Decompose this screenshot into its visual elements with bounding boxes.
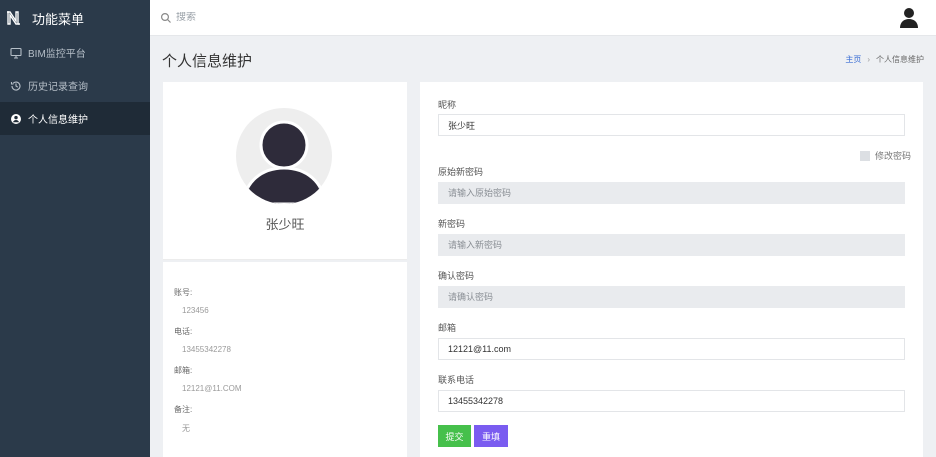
reset-button[interactable]: 重填: [474, 425, 508, 447]
avatar: [236, 108, 332, 204]
user-circle-icon: [10, 113, 22, 125]
change-password-label: 修改密码: [874, 151, 911, 161]
submit-button[interactable]: 提交: [438, 425, 471, 447]
email-label: 邮箱:: [174, 366, 193, 375]
change-password-toggle[interactable]: 修改密码: [859, 149, 911, 162]
remark-label: 备注:: [174, 405, 193, 414]
profile-form: 昵称 修改密码 原始新密码 新密码 确认密码 邮箱 联系电话 提交 重填: [420, 82, 923, 457]
sidebar-item-label: 个人信息维护: [28, 115, 88, 126]
confirm-password-input[interactable]: [438, 286, 905, 308]
change-password-checkbox[interactable]: [859, 150, 870, 161]
user-avatar-large-icon: [242, 120, 326, 204]
breadcrumb-home-link[interactable]: 主页: [845, 54, 861, 65]
sidebar-item-label: BIM监控平台: [28, 49, 86, 60]
remark-value: 无: [182, 424, 190, 433]
app-logo-icon: [6, 10, 22, 26]
search-input[interactable]: [176, 12, 376, 23]
new-password-label: 新密码: [438, 219, 466, 229]
phone-label: 电话:: [174, 327, 193, 336]
email-field-label: 邮箱: [438, 323, 457, 333]
user-avatar-icon[interactable]: [898, 6, 920, 28]
sidebar-item-history[interactable]: 历史记录查询: [0, 69, 150, 102]
phone-value: 13455342278: [182, 345, 231, 354]
history-icon: [10, 80, 22, 92]
account-value: 123456: [182, 306, 209, 315]
nickname-input[interactable]: [438, 114, 905, 136]
profile-card: 张少旺: [163, 82, 407, 260]
page-title: 个人信息维护: [162, 53, 253, 70]
profile-info-card: 账号: 123456 电话: 13455342278 邮箱: 12121@11.…: [163, 262, 407, 457]
sidebar-item-label: 历史记录查询: [28, 82, 88, 93]
sidebar-brand: 功能菜单: [0, 0, 150, 36]
monitor-icon: [10, 47, 22, 59]
sidebar: 功能菜单 BIM监控平台 历史记录查询 个人信息维护: [0, 0, 150, 457]
search-box: [160, 12, 376, 24]
breadcrumb-chevron-icon: ›: [867, 55, 870, 64]
sidebar-title: 功能菜单: [32, 11, 85, 27]
email-value: 12121@11.COM: [182, 384, 242, 393]
sidebar-item-bim-monitor[interactable]: BIM监控平台: [0, 36, 150, 69]
confirm-password-label: 确认密码: [438, 271, 475, 281]
breadcrumb: 主页 › 个人信息维护: [845, 54, 924, 65]
old-password-input[interactable]: [438, 182, 905, 204]
profile-name: 张少旺: [265, 217, 305, 232]
email-field[interactable]: [438, 338, 905, 360]
phone-field[interactable]: [438, 390, 905, 412]
nickname-label: 昵称: [438, 100, 457, 110]
sidebar-item-profile[interactable]: 个人信息维护: [0, 102, 150, 135]
old-password-label: 原始新密码: [438, 167, 484, 177]
phone-field-label: 联系电话: [438, 375, 475, 385]
account-label: 账号:: [174, 288, 193, 297]
search-icon: [160, 12, 172, 24]
new-password-input[interactable]: [438, 234, 905, 256]
top-bar: [150, 0, 936, 36]
breadcrumb-current: 个人信息维护: [876, 55, 924, 64]
